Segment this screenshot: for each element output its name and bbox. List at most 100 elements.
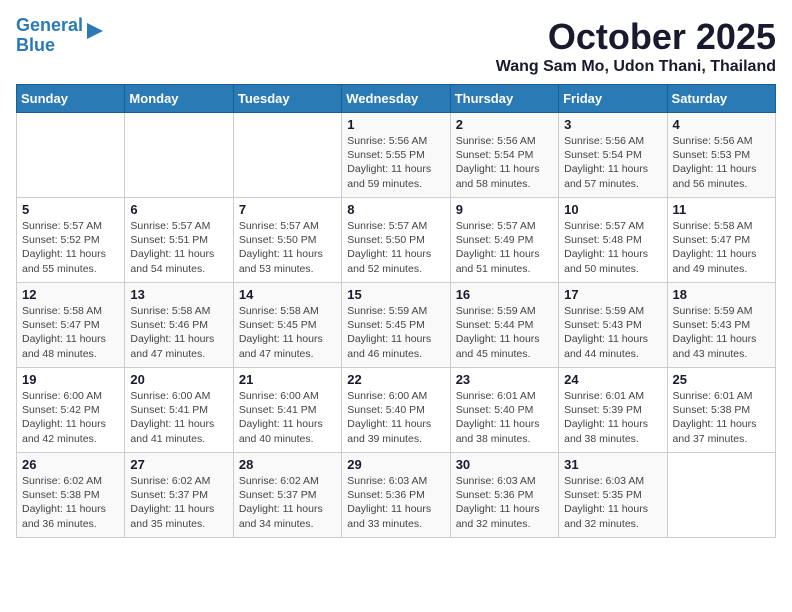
logo: General Blue [16,16,105,56]
cell-info-text: Sunrise: 5:59 AM Sunset: 5:45 PM Dayligh… [347,304,444,361]
calendar-cell: 23Sunrise: 6:01 AM Sunset: 5:40 PM Dayli… [450,368,558,453]
cell-info-text: Sunrise: 5:59 AM Sunset: 5:43 PM Dayligh… [673,304,770,361]
cell-info-text: Sunrise: 5:57 AM Sunset: 5:51 PM Dayligh… [130,219,227,276]
calendar-cell [125,113,233,198]
cell-info-text: Sunrise: 5:58 AM Sunset: 5:47 PM Dayligh… [673,219,770,276]
calendar-cell: 4 Sunrise: 5:56 AM Sunset: 5:53 PM Daylig… [667,113,775,198]
calendar-cell: 26Sunrise: 6:02 AM Sunset: 5:38 PM Dayli… [17,453,125,538]
calendar-week-row: 1 Sunrise: 5:56 AM Sunset: 5:55 PM Daylig… [17,113,776,198]
calendar-cell: 28 Sunrise: 6:02 AM Sunset: 5:37 PM Dayli… [233,453,341,538]
calendar-cell: 27 Sunrise: 6:02 AM Sunset: 5:37 PM Dayli… [125,453,233,538]
calendar-week-row: 19 Sunrise: 6:00 AM Sunset: 5:42 PM Dayli… [17,368,776,453]
cell-info-text: Sunrise: 5:56 AM Sunset: 5:55 PM Dayligh… [347,134,444,191]
calendar-cell: 17 Sunrise: 5:59 AM Sunset: 5:43 PM Dayli… [559,283,667,368]
cell-date-number: 2 [456,117,553,132]
calendar-cell: 24 Sunrise: 6:01 AM Sunset: 5:39 PM Dayli… [559,368,667,453]
cell-info-text: Sunrise: 5:59 AM Sunset: 5:44 PM Dayligh… [456,304,553,361]
cell-date-number: 9 [456,202,553,217]
cell-info-text: Sunrise: 5:59 AM Sunset: 5:43 PM Dayligh… [564,304,661,361]
cell-info-text: Sunrise: 5:57 AM Sunset: 5:50 PM Dayligh… [347,219,444,276]
cell-info-text: Sunrise: 6:00 AM Sunset: 5:40 PM Dayligh… [347,389,444,446]
calendar-cell [233,113,341,198]
cell-info-text: Sunrise: 5:57 AM Sunset: 5:48 PM Dayligh… [564,219,661,276]
cell-info-text: Sunrise: 5:58 AM Sunset: 5:46 PM Dayligh… [130,304,227,361]
cell-date-number: 17 [564,287,661,302]
cell-info-text: Sunrise: 5:58 AM Sunset: 5:45 PM Dayligh… [239,304,336,361]
day-header-tuesday: Tuesday [233,85,341,113]
logo-text: General Blue [16,16,83,56]
calendar-cell: 10 Sunrise: 5:57 AM Sunset: 5:48 PM Dayli… [559,198,667,283]
day-header-thursday: Thursday [450,85,558,113]
calendar-cell: 12 Sunrise: 5:58 AM Sunset: 5:47 PM Dayli… [17,283,125,368]
cell-date-number: 28 [239,457,336,472]
cell-info-text: Sunrise: 6:02 AM Sunset: 5:37 PM Dayligh… [239,474,336,531]
cell-info-text: Sunrise: 6:00 AM Sunset: 5:41 PM Dayligh… [130,389,227,446]
cell-info-text: Sunrise: 5:57 AM Sunset: 5:52 PM Dayligh… [22,219,119,276]
day-header-friday: Friday [559,85,667,113]
calendar-cell: 21 Sunrise: 6:00 AM Sunset: 5:41 PM Dayli… [233,368,341,453]
cell-date-number: 3 [564,117,661,132]
calendar-cell: 29Sunrise: 6:03 AM Sunset: 5:36 PM Dayli… [342,453,450,538]
day-header-wednesday: Wednesday [342,85,450,113]
calendar-cell: 11 Sunrise: 5:58 AM Sunset: 5:47 PM Dayli… [667,198,775,283]
calendar-cell: 25Sunrise: 6:01 AM Sunset: 5:38 PM Dayli… [667,368,775,453]
cell-date-number: 5 [22,202,119,217]
month-title: October 2025 [496,16,776,58]
cell-date-number: 6 [130,202,227,217]
cell-info-text: Sunrise: 5:56 AM Sunset: 5:53 PM Dayligh… [673,134,770,191]
cell-date-number: 10 [564,202,661,217]
calendar-cell: 9Sunrise: 5:57 AM Sunset: 5:49 PM Daylig… [450,198,558,283]
calendar-cell [667,453,775,538]
cell-date-number: 16 [456,287,553,302]
cell-date-number: 12 [22,287,119,302]
cell-info-text: Sunrise: 5:58 AM Sunset: 5:47 PM Dayligh… [22,304,119,361]
cell-date-number: 26 [22,457,119,472]
calendar-cell: 7Sunrise: 5:57 AM Sunset: 5:50 PM Daylig… [233,198,341,283]
logo-arrow-icon [85,21,105,41]
cell-date-number: 22 [347,372,444,387]
calendar-cell: 13 Sunrise: 5:58 AM Sunset: 5:46 PM Dayli… [125,283,233,368]
header: General Blue October 2025 Wang Sam Mo, U… [16,16,776,76]
cell-date-number: 24 [564,372,661,387]
cell-date-number: 13 [130,287,227,302]
calendar: SundayMondayTuesdayWednesdayThursdayFrid… [16,84,776,538]
calendar-week-row: 12 Sunrise: 5:58 AM Sunset: 5:47 PM Dayli… [17,283,776,368]
cell-info-text: Sunrise: 5:57 AM Sunset: 5:50 PM Dayligh… [239,219,336,276]
cell-date-number: 14 [239,287,336,302]
calendar-cell: 20Sunrise: 6:00 AM Sunset: 5:41 PM Dayli… [125,368,233,453]
calendar-cell: 15 Sunrise: 5:59 AM Sunset: 5:45 PM Dayli… [342,283,450,368]
calendar-cell [17,113,125,198]
cell-info-text: Sunrise: 6:00 AM Sunset: 5:41 PM Dayligh… [239,389,336,446]
calendar-cell: 16 Sunrise: 5:59 AM Sunset: 5:44 PM Dayli… [450,283,558,368]
cell-date-number: 19 [22,372,119,387]
location-title: Wang Sam Mo, Udon Thani, Thailand [496,58,776,76]
calendar-header-row: SundayMondayTuesdayWednesdayThursdayFrid… [17,85,776,113]
calendar-cell: 22 Sunrise: 6:00 AM Sunset: 5:40 PM Dayli… [342,368,450,453]
cell-date-number: 11 [673,202,770,217]
cell-info-text: Sunrise: 6:01 AM Sunset: 5:39 PM Dayligh… [564,389,661,446]
title-section: October 2025 Wang Sam Mo, Udon Thani, Th… [496,16,776,76]
cell-date-number: 1 [347,117,444,132]
cell-date-number: 27 [130,457,227,472]
cell-info-text: Sunrise: 5:56 AM Sunset: 5:54 PM Dayligh… [564,134,661,191]
calendar-cell: 1 Sunrise: 5:56 AM Sunset: 5:55 PM Daylig… [342,113,450,198]
calendar-cell: 3 Sunrise: 5:56 AM Sunset: 5:54 PM Daylig… [559,113,667,198]
calendar-cell: 5 Sunrise: 5:57 AM Sunset: 5:52 PM Daylig… [17,198,125,283]
cell-info-text: Sunrise: 6:03 AM Sunset: 5:36 PM Dayligh… [456,474,553,531]
calendar-cell: 8Sunrise: 5:57 AM Sunset: 5:50 PM Daylig… [342,198,450,283]
calendar-cell: 19 Sunrise: 6:00 AM Sunset: 5:42 PM Dayli… [17,368,125,453]
cell-info-text: Sunrise: 6:00 AM Sunset: 5:42 PM Dayligh… [22,389,119,446]
cell-info-text: Sunrise: 6:01 AM Sunset: 5:40 PM Dayligh… [456,389,553,446]
cell-date-number: 4 [673,117,770,132]
cell-info-text: Sunrise: 6:03 AM Sunset: 5:35 PM Dayligh… [564,474,661,531]
calendar-cell: 2 Sunrise: 5:56 AM Sunset: 5:54 PM Daylig… [450,113,558,198]
cell-date-number: 21 [239,372,336,387]
calendar-cell: 31 Sunrise: 6:03 AM Sunset: 5:35 PM Dayli… [559,453,667,538]
cell-date-number: 15 [347,287,444,302]
logo-blue: Blue [16,35,55,55]
calendar-week-row: 5 Sunrise: 5:57 AM Sunset: 5:52 PM Daylig… [17,198,776,283]
cell-date-number: 31 [564,457,661,472]
cell-info-text: Sunrise: 6:03 AM Sunset: 5:36 PM Dayligh… [347,474,444,531]
cell-info-text: Sunrise: 6:02 AM Sunset: 5:37 PM Dayligh… [130,474,227,531]
cell-info-text: Sunrise: 5:56 AM Sunset: 5:54 PM Dayligh… [456,134,553,191]
